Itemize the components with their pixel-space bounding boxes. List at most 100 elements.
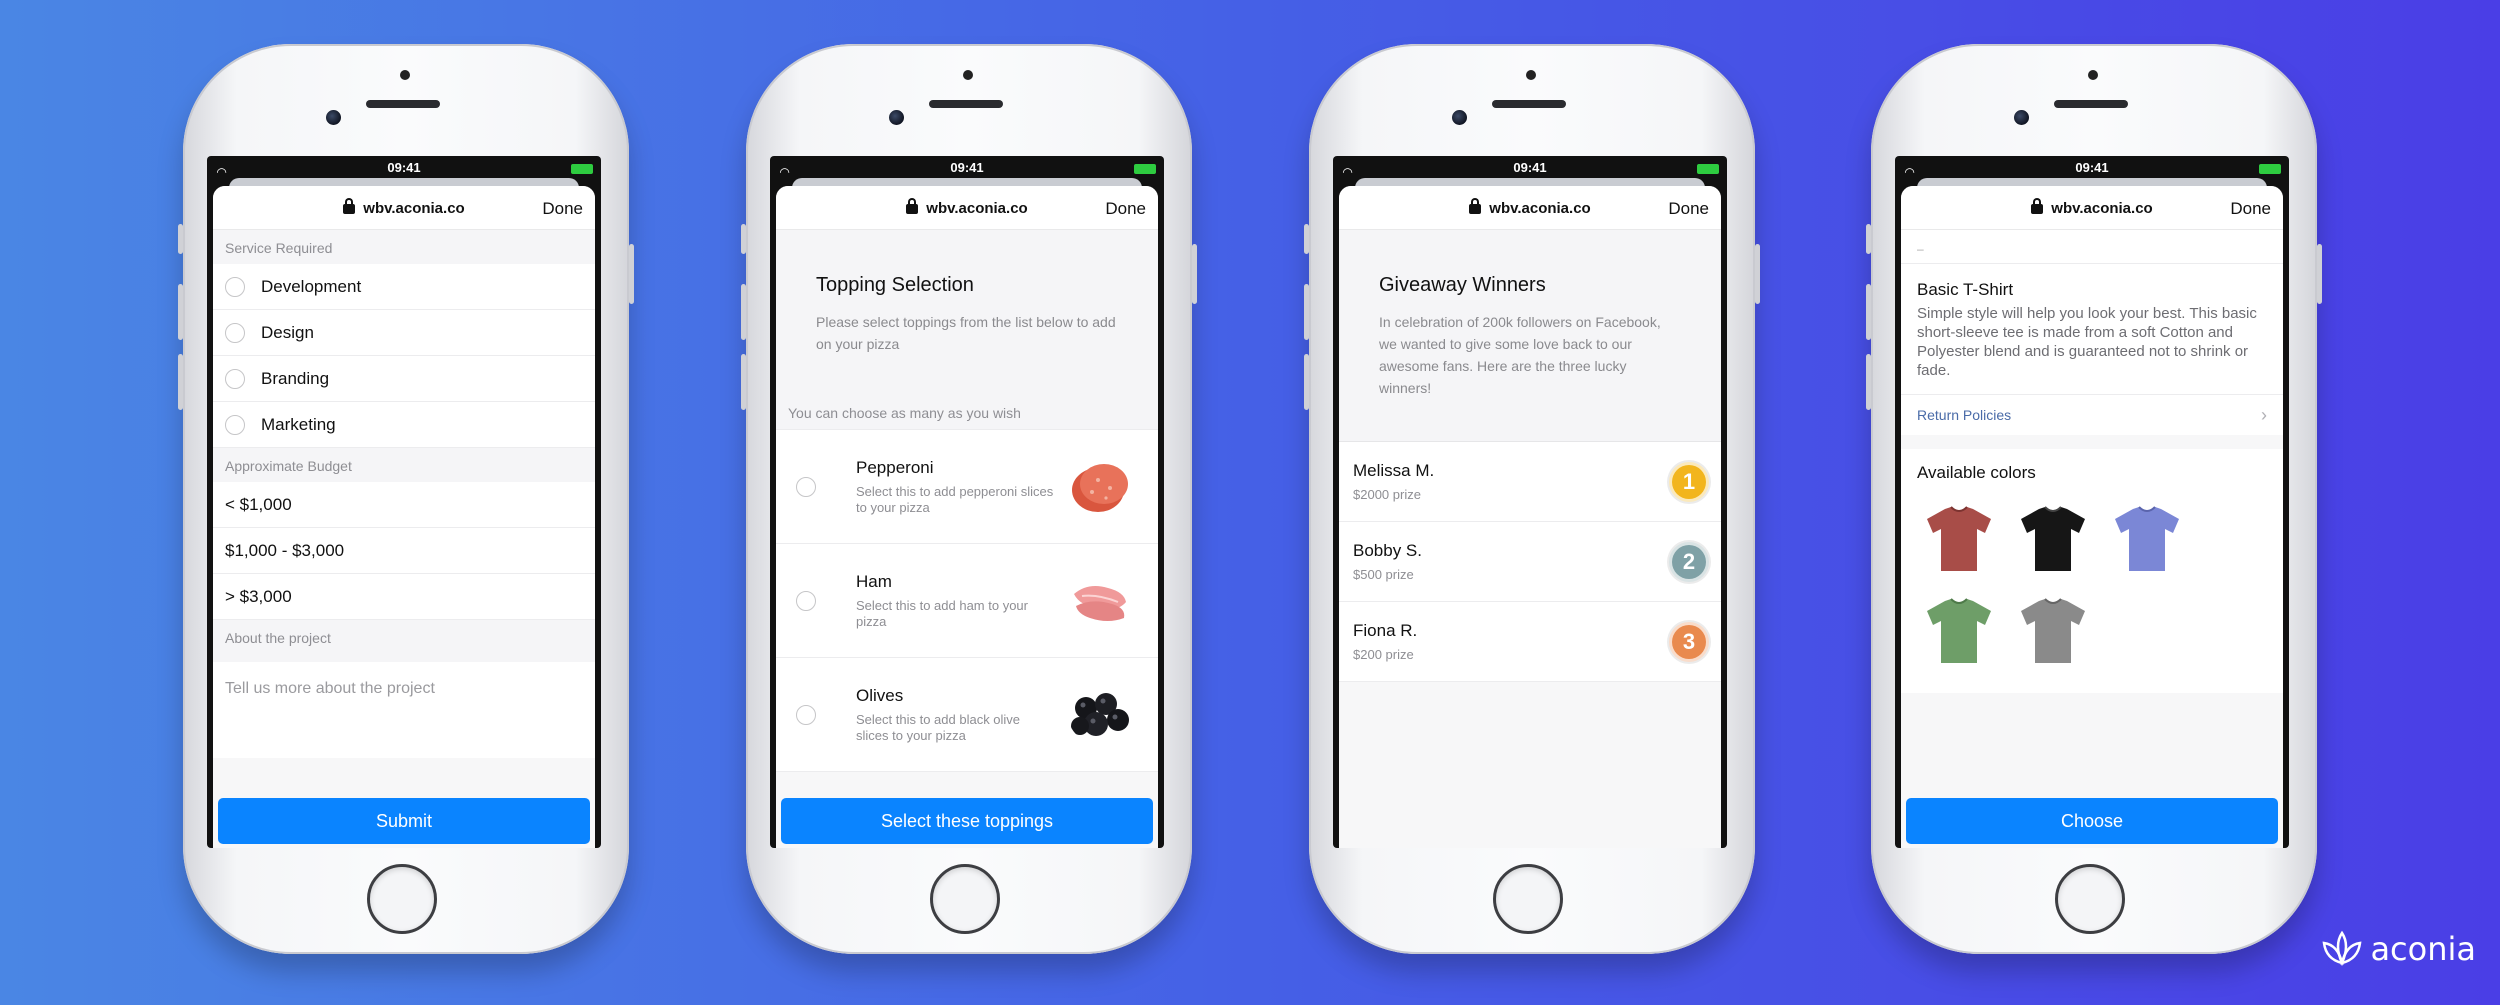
color-swatches	[1917, 497, 2267, 673]
mute-switch	[1304, 224, 1309, 254]
done-button[interactable]: Done	[1668, 199, 1709, 219]
topping-desc: Select this to add black olive slices to…	[856, 711, 1021, 743]
url-bar: wbv.aconia.co Done	[1339, 186, 1721, 230]
lock-icon	[2031, 198, 2044, 214]
home-button[interactable]	[2055, 864, 2125, 934]
option-development[interactable]: Development	[213, 264, 595, 310]
wifi-icon: ◠	[1905, 165, 1915, 179]
tshirt-icon	[2115, 506, 2179, 571]
olives-image	[1071, 692, 1129, 736]
about-section-label: About the project	[213, 620, 595, 662]
power-button	[2317, 244, 2322, 304]
submit-button[interactable]: Submit	[218, 798, 590, 844]
proximity-sensor	[1526, 70, 1536, 80]
url-text: wbv.aconia.co	[1489, 200, 1591, 217]
done-button[interactable]: Done	[2230, 199, 2271, 219]
available-colors: Available colors	[1901, 449, 2283, 693]
budget-option-mid[interactable]: $1,000 - $3,000	[213, 528, 595, 574]
battery-icon	[2259, 164, 2281, 174]
winner-prize: $200 prize	[1353, 647, 1414, 662]
url-text: wbv.aconia.co	[363, 200, 465, 217]
lock-icon	[1469, 198, 1482, 214]
lock-icon	[906, 198, 919, 214]
url-bar: wbv.aconia.co Done	[1901, 186, 2283, 230]
done-button[interactable]: Done	[542, 199, 583, 219]
radio-button[interactable]	[796, 590, 816, 611]
winner-prize: $500 prize	[1353, 567, 1414, 582]
wifi-icon: ◠	[1343, 165, 1353, 179]
home-button[interactable]	[930, 864, 1000, 934]
mute-switch	[1866, 224, 1871, 254]
topping-name: Ham	[856, 571, 892, 591]
url-bar: wbv.aconia.co Done	[776, 186, 1158, 230]
product-image-placeholder: –	[1901, 230, 2283, 264]
screen: ◠ 09:41 wbv.aconia.co Done – Basic T-Shi…	[1895, 156, 2289, 848]
topping-desc: Select this to add pepperoni slices to y…	[856, 483, 1054, 515]
product-title: Basic T-Shirt	[1917, 280, 2014, 299]
topping-olives[interactable]: Olives Select this to add black olive sl…	[776, 658, 1158, 772]
tshirt-black-swatch[interactable]	[2011, 497, 2095, 581]
status-time: 09:41	[1513, 160, 1547, 175]
volume-down-button	[178, 354, 183, 410]
volume-up-button	[178, 284, 183, 340]
page-title: Topping Selection	[816, 274, 974, 296]
winner-name: Fiona R.	[1353, 621, 1418, 640]
about-textarea[interactable]: Tell us more about the project	[213, 662, 595, 758]
topping-pepperoni[interactable]: Pepperoni Select this to add pepperoni s…	[776, 430, 1158, 544]
webview-sheet: wbv.aconia.co Done Topping Selection Ple…	[776, 186, 1158, 848]
radio-button[interactable]	[796, 476, 816, 497]
battery-icon	[1134, 164, 1156, 174]
option-branding[interactable]: Branding	[213, 356, 595, 402]
done-button[interactable]: Done	[1105, 199, 1146, 219]
bronze-medal-icon: 3	[1669, 621, 1709, 662]
front-camera	[1452, 110, 1467, 125]
tshirt-gray-swatch[interactable]	[2011, 589, 2095, 673]
tshirt-red-swatch[interactable]	[1917, 497, 2001, 581]
tshirt-green-swatch[interactable]	[1917, 589, 2001, 673]
volume-down-button	[1866, 354, 1871, 410]
home-button[interactable]	[367, 864, 437, 934]
option-design[interactable]: Design	[213, 310, 595, 356]
radio-button[interactable]	[225, 414, 245, 435]
tshirt-icon	[2021, 506, 2085, 571]
webview-sheet: wbv.aconia.co Done Giveaway Winners In c…	[1339, 186, 1721, 848]
volume-up-button	[741, 284, 746, 340]
front-camera	[2014, 110, 2029, 125]
radio-button[interactable]	[225, 368, 245, 389]
volume-up-button	[1866, 284, 1871, 340]
volume-up-button	[1304, 284, 1309, 340]
tshirt-icon	[2021, 598, 2085, 663]
phone-3: ◠ 09:41 wbv.aconia.co Done Giveaway Winn…	[1304, 44, 1760, 954]
colors-label: Available colors	[1917, 463, 2036, 482]
product-details: Basic T-Shirt Simple style will help you…	[1901, 264, 2283, 395]
budget-option-low[interactable]: < $1,000	[213, 482, 595, 528]
winner-row-2: Bobby S. $500 prize 2	[1339, 522, 1721, 602]
budget-option-high[interactable]: > $3,000	[213, 574, 595, 620]
volume-down-button	[1304, 354, 1309, 410]
volume-down-button	[741, 354, 746, 410]
earpiece-speaker	[1492, 100, 1566, 108]
radio-button[interactable]	[225, 322, 245, 343]
front-camera	[326, 110, 341, 125]
select-toppings-button[interactable]: Select these toppings	[781, 798, 1153, 844]
tshirt-blue-swatch[interactable]	[2105, 497, 2189, 581]
page-subtitle: In celebration of 200k followers on Face…	[1379, 314, 1661, 396]
home-button[interactable]	[1493, 864, 1563, 934]
pepperoni-image	[1072, 463, 1128, 512]
radio-button[interactable]	[796, 704, 816, 725]
product-description: Simple style will help you look your bes…	[1917, 305, 2257, 379]
screen: ◠ 09:41 wbv.aconia.co Done Topping Selec…	[770, 156, 1164, 848]
winner-name: Melissa M.	[1353, 461, 1435, 480]
chevron-right-icon: ›	[2261, 404, 2267, 425]
power-button	[1755, 244, 1760, 304]
lotus-icon	[2322, 930, 2362, 967]
radio-button[interactable]	[225, 276, 245, 297]
proximity-sensor	[400, 70, 410, 80]
winner-row-3: Fiona R. $200 prize 3	[1339, 602, 1721, 682]
option-marketing[interactable]: Marketing	[213, 402, 595, 448]
earpiece-speaker	[929, 100, 1003, 108]
screen: ◠ 09:41 wbv.aconia.co Done Giveaway Winn…	[1333, 156, 1727, 848]
topping-ham[interactable]: Ham Select this to add ham to your pizza	[776, 544, 1158, 658]
choose-button[interactable]: Choose	[1906, 798, 2278, 844]
return-policies-link[interactable]: Return Policies ›	[1901, 395, 2283, 435]
